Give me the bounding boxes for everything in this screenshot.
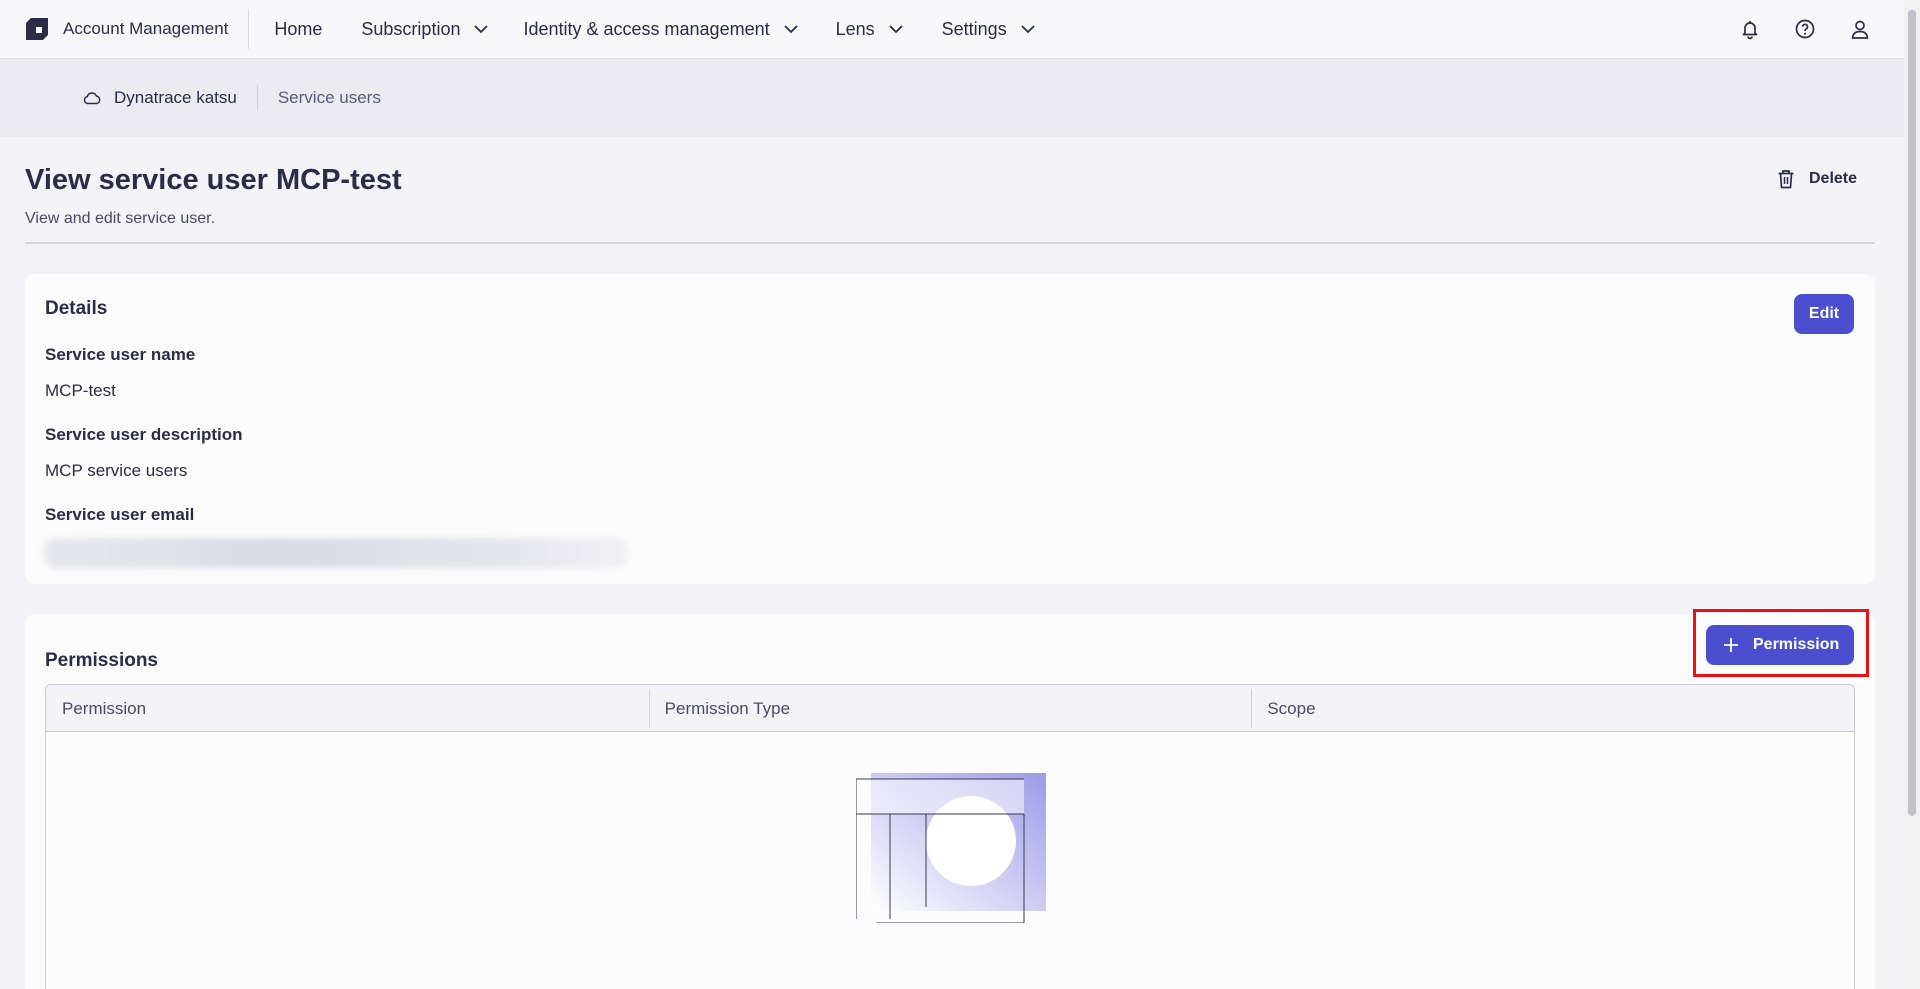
add-permission-button[interactable]: Permission: [1706, 625, 1854, 665]
service-user-description-label: Service user description: [45, 425, 243, 444]
top-navigation: Account Management Home Subscription Ide…: [0, 0, 1904, 59]
chevron-down-icon: [783, 25, 798, 34]
breadcrumb-divider: [256, 85, 258, 111]
add-permission-label: Permission: [1753, 636, 1840, 653]
header-divider: [25, 242, 1875, 244]
breadcrumb: Dynatrace katsu Service users: [0, 59, 1904, 137]
highlight-box: Permission: [1693, 609, 1869, 677]
user-icon[interactable]: [1849, 18, 1871, 40]
nav-settings-label: Settings: [941, 18, 1007, 39]
app-title: Account Management: [63, 19, 229, 38]
brand[interactable]: Account Management: [0, 0, 228, 58]
help-icon[interactable]: [1794, 18, 1816, 40]
breadcrumb-current: Service users: [277, 88, 381, 107]
permissions-heading: Permissions: [45, 650, 158, 671]
nav-subscription[interactable]: Subscription: [361, 0, 490, 58]
nav-lens-label: Lens: [835, 18, 875, 39]
service-user-name-value: MCP-test: [45, 381, 116, 400]
table-header: Permission Permission Type Scope: [46, 685, 1854, 732]
plus-icon: [1724, 638, 1738, 652]
cloud-icon: [83, 92, 101, 105]
page-subtitle: View and edit service user.: [25, 210, 216, 227]
breadcrumb-environment[interactable]: Dynatrace katsu: [82, 88, 237, 108]
breadcrumb-environment-label: Dynatrace katsu: [114, 88, 237, 107]
permissions-card: Permissions Permission Permission Permis…: [25, 609, 1875, 989]
bell-icon[interactable]: [1739, 18, 1761, 40]
page-title: View service user MCP-test: [25, 164, 402, 196]
details-card: Details Edit Service user name MCP-test …: [25, 274, 1875, 584]
nav-lens[interactable]: Lens: [836, 0, 905, 58]
permissions-table: Permission Permission Type Scope: [45, 684, 1855, 989]
empty-state-illustration: [856, 773, 1046, 923]
nav-divider: [248, 9, 250, 49]
chevron-down-icon: [474, 25, 489, 34]
service-user-description-value: MCP service users: [45, 461, 188, 480]
column-header-permission-type[interactable]: Permission Type: [648, 685, 1252, 731]
trash-icon: [1778, 170, 1794, 189]
delete-button[interactable]: Delete: [1775, 168, 1857, 190]
dynatrace-logo-icon: [26, 18, 48, 40]
delete-label: Delete: [1809, 170, 1858, 187]
details-heading: Details: [45, 298, 108, 319]
chevron-down-icon: [1021, 25, 1035, 34]
nav-home-label: Home: [274, 18, 323, 39]
service-user-email-label: Service user email: [45, 505, 195, 524]
column-header-scope[interactable]: Scope: [1251, 685, 1854, 731]
nav-home[interactable]: Home: [274, 0, 322, 58]
chevron-down-icon: [889, 25, 903, 34]
service-user-name-label: Service user name: [45, 345, 196, 364]
scrollbar[interactable]: [1904, 0, 1920, 989]
nav-identity-label: Identity & access management: [523, 18, 770, 39]
nav-settings[interactable]: Settings: [942, 0, 1037, 58]
service-user-email-value-redacted: [43, 538, 629, 568]
nav-subscription-label: Subscription: [361, 18, 461, 39]
nav-identity-access-management[interactable]: Identity & access management: [523, 0, 799, 58]
edit-button[interactable]: Edit: [1794, 294, 1854, 334]
scrollbar-thumb[interactable]: [1908, 10, 1916, 816]
column-header-permission[interactable]: Permission: [46, 685, 649, 731]
